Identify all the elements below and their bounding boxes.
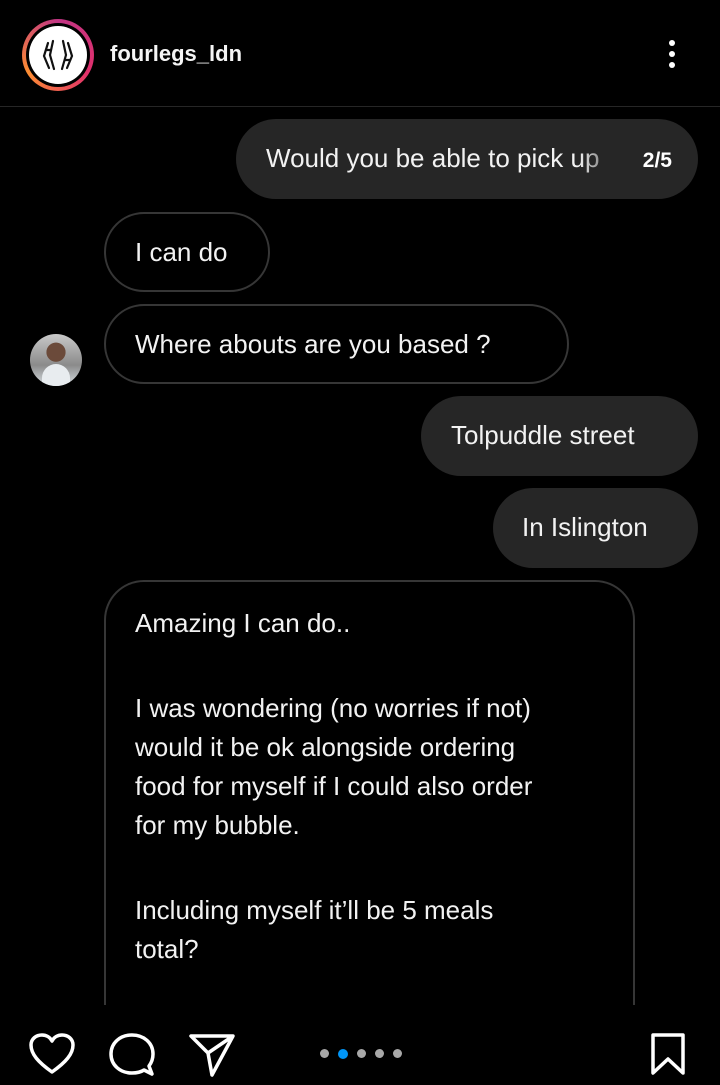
message-text: I can do — [135, 237, 228, 267]
message-incoming[interactable]: I can do — [104, 212, 270, 292]
message-line: food for myself if I could also order — [135, 771, 533, 801]
sender-avatar[interactable] — [30, 334, 82, 386]
post-header: fourlegs_ldn — [0, 0, 720, 107]
message-text: Tolpuddle street — [451, 420, 635, 450]
heart-icon[interactable] — [28, 1032, 76, 1076]
more-vertical-icon — [669, 40, 675, 46]
comment-icon[interactable] — [109, 1032, 155, 1078]
message-line: Amazing I can do.. — [135, 608, 351, 638]
message-line: would it be ok alongside ordering — [135, 732, 516, 762]
message-line: I was wondering (no worries if not) — [135, 693, 531, 723]
message-text: In Islington — [522, 512, 648, 542]
bookmark-icon[interactable] — [650, 1032, 686, 1076]
carousel-dot — [357, 1049, 366, 1059]
carousel-dot — [320, 1049, 329, 1059]
carousel-dot-active — [338, 1048, 348, 1059]
profile-avatar[interactable] — [22, 19, 94, 91]
message-outgoing[interactable]: Would you be able to pick up 2/5 — [236, 119, 698, 199]
message-outgoing[interactable]: Tolpuddle street — [421, 396, 698, 476]
message-incoming-long[interactable]: Amazing I can do.. I was wondering (no w… — [104, 580, 635, 1020]
fourlegs-logo-icon — [29, 26, 87, 84]
message-line: Including myself it’ll be 5 meals — [135, 895, 494, 925]
message-incoming[interactable]: Where abouts are you based ? — [104, 304, 569, 384]
message-line: total? — [135, 934, 199, 964]
message-text: Where abouts are you based ? — [135, 329, 491, 359]
message-line: for my bubble. — [135, 810, 300, 840]
carousel-indicator — [320, 1045, 411, 1059]
carousel-counter: 2/5 — [642, 149, 672, 172]
carousel-dot — [375, 1049, 384, 1059]
message-text: Would you be able to pick up — [266, 143, 600, 173]
send-icon[interactable] — [188, 1032, 236, 1078]
carousel-dot — [393, 1049, 402, 1059]
username[interactable]: fourlegs_ldn — [110, 41, 242, 67]
more-options-button[interactable] — [650, 32, 694, 76]
message-outgoing[interactable]: In Islington — [493, 488, 698, 568]
